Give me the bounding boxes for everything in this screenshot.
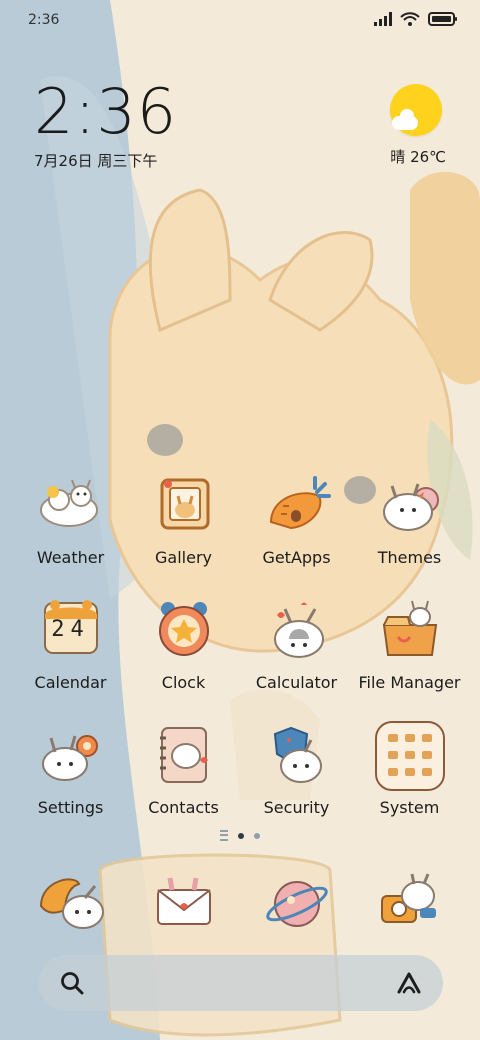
app-security[interactable]: Security xyxy=(240,720,353,817)
security-icon xyxy=(261,720,333,792)
app-file-manager[interactable]: File Manager xyxy=(353,595,466,692)
messages-icon[interactable] xyxy=(148,866,220,938)
assistant-icon[interactable] xyxy=(395,970,423,996)
app-label: Contacts xyxy=(148,798,219,817)
app-gallery[interactable]: Gallery xyxy=(127,470,240,567)
app-settings[interactable]: Settings xyxy=(14,720,127,817)
dock xyxy=(0,860,480,940)
getapps-icon xyxy=(261,470,333,542)
app-label: Calculator xyxy=(255,673,338,692)
themes-icon xyxy=(374,470,446,542)
app-label: System xyxy=(379,798,440,817)
page-dot-1[interactable] xyxy=(238,832,244,839)
app-system-folder[interactable]: System xyxy=(353,720,466,817)
clock-widget[interactable]: 2:36 7月26日 周三下午 xyxy=(34,80,177,171)
status-icons xyxy=(374,12,458,26)
gallery-icon xyxy=(148,470,220,542)
app-label: Security xyxy=(263,798,330,817)
clock-time: 2:36 xyxy=(34,75,178,148)
app-calculator[interactable]: Calculator xyxy=(240,595,353,692)
app-themes[interactable]: Themes xyxy=(353,470,466,567)
app-label: Themes xyxy=(377,548,442,567)
app-contacts[interactable]: Contacts xyxy=(127,720,240,817)
clock-icon xyxy=(148,595,220,667)
app-weather[interactable]: Weather xyxy=(14,470,127,567)
app-label: Gallery xyxy=(155,548,212,567)
app-calendar[interactable]: 24 Calendar xyxy=(14,595,127,692)
status-bar: 2:36 xyxy=(0,0,480,40)
file-manager-icon xyxy=(374,595,446,667)
phone-icon[interactable] xyxy=(35,866,107,938)
app-label: Weather xyxy=(36,548,105,567)
page-dot-2[interactable] xyxy=(254,832,260,839)
settings-icon xyxy=(35,720,107,792)
search-icon[interactable] xyxy=(59,970,85,996)
page-indicator[interactable] xyxy=(0,830,480,841)
app-label: Calendar xyxy=(34,673,107,692)
search-bar[interactable] xyxy=(39,955,443,1011)
app-label: Clock xyxy=(161,673,206,692)
weather-text: 晴 26℃ xyxy=(390,148,446,166)
system-folder-icon xyxy=(374,720,446,792)
app-label: File Manager xyxy=(358,673,461,692)
wifi-icon xyxy=(400,12,420,26)
app-clock[interactable]: Clock xyxy=(127,595,240,692)
calendar-icon: 24 xyxy=(35,595,107,667)
weather-icon xyxy=(35,470,107,542)
weather-widget[interactable]: 晴 26℃ xyxy=(388,84,446,166)
camera-icon[interactable] xyxy=(374,866,446,938)
contacts-icon xyxy=(148,720,220,792)
clock-date: 7月26日 周三下午 xyxy=(34,152,158,170)
sunny-weather-icon xyxy=(390,84,442,136)
status-time: 2:36 xyxy=(28,12,60,28)
app-label: GetApps xyxy=(262,548,331,567)
browser-icon[interactable] xyxy=(261,866,333,938)
battery-icon xyxy=(428,12,457,26)
app-getapps[interactable]: GetApps xyxy=(240,470,353,567)
app-label: Settings xyxy=(37,798,104,817)
calendar-day: 24 xyxy=(51,617,90,642)
calculator-icon xyxy=(261,595,333,667)
app-drawer-lines-icon xyxy=(220,830,228,841)
signal-icon xyxy=(374,12,392,26)
